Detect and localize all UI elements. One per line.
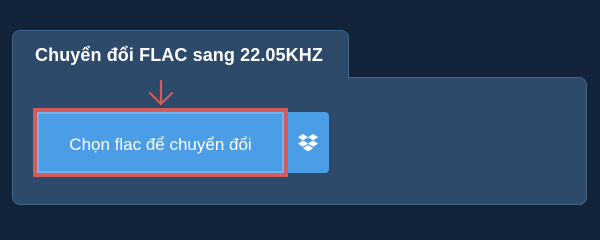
arrow-down-icon — [148, 80, 174, 106]
converter-widget: Chuyển đổi FLAC sang 22.05KHZ Chọn flac … — [0, 0, 600, 230]
choose-flac-button[interactable]: Chọn flac để chuyển đổi — [33, 108, 288, 177]
choose-flac-button-label: Chọn flac để chuyển đổi — [69, 135, 252, 154]
converter-tab: Chuyển đổi FLAC sang 22.05KHZ — [12, 30, 349, 80]
dropbox-icon — [298, 134, 318, 152]
tab-title: Chuyển đổi FLAC sang 22.05KHZ — [35, 45, 323, 65]
dropbox-button[interactable] — [288, 112, 329, 173]
